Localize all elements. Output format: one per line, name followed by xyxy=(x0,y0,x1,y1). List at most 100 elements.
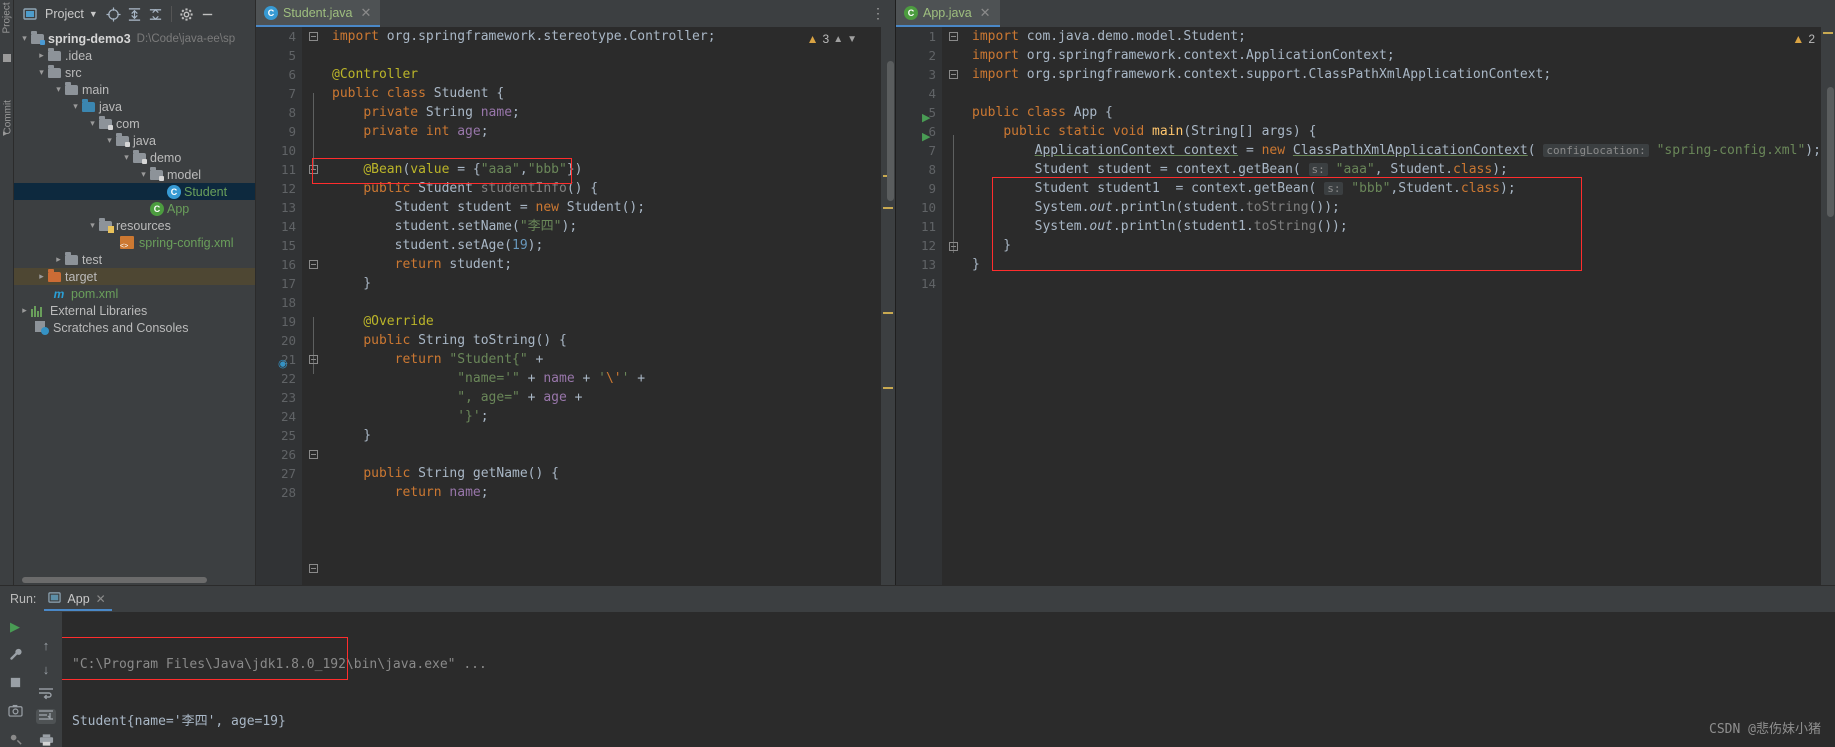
print-icon[interactable] xyxy=(36,733,56,747)
chevron-down-icon[interactable]: ▾ xyxy=(86,118,99,129)
code-line[interactable]: Student student = context.getBean( s: "a… xyxy=(972,160,1821,179)
tree-row-resources[interactable]: ▾ resources xyxy=(14,217,255,234)
structure-icon[interactable] xyxy=(3,54,11,62)
code-line[interactable]: @Override xyxy=(332,312,881,331)
code-line[interactable] xyxy=(332,46,881,65)
code-line[interactable]: @Controller xyxy=(332,65,881,84)
stop-icon[interactable] xyxy=(5,674,25,692)
camera-icon[interactable] xyxy=(5,701,25,719)
gutter-left[interactable]: 4 5 6 7 8 9 10 11 12 13 14 15 16 17 18 19 20 21 22 23 24 25 26… xyxy=(256,27,302,585)
tree-row-java-src[interactable]: ▾ java xyxy=(14,98,255,115)
code-line[interactable] xyxy=(972,274,1821,293)
tree-row-test[interactable]: ▸ test xyxy=(14,251,255,268)
code-line[interactable]: public String getName() { xyxy=(332,464,881,483)
fold-marker[interactable] xyxy=(949,32,960,43)
code-area-left[interactable]: ▲ 3 ▲ ▼ 4 5 6 7 8 9 10 11 12 13 14 15 16 17 18 19 20 21 22… xyxy=(256,27,895,585)
fold-marker[interactable] xyxy=(309,260,320,271)
code-line[interactable]: '}'; xyxy=(332,407,881,426)
code-area-right[interactable]: ▲ 2 1 2 3 4 5 6 7 8 9 10 11 12 13 14 ▶ ▶ import com.j… xyxy=(896,27,1835,585)
scroll-up-icon[interactable]: ↑ xyxy=(36,638,56,653)
code-line[interactable]: } xyxy=(332,426,881,445)
code-line[interactable]: import org.springframework.stereotype.Co… xyxy=(332,27,881,46)
chevron-down-icon[interactable]: ▾ xyxy=(137,169,150,180)
tab-overflow-menu-icon[interactable]: ⋮ xyxy=(862,0,895,27)
fold-marker[interactable] xyxy=(949,70,960,81)
fold-marker[interactable] xyxy=(309,355,320,366)
fold-marker[interactable] xyxy=(949,242,960,253)
tree-row-target[interactable]: ▸ target xyxy=(14,268,255,285)
project-title-dropdown[interactable]: Project ▼ xyxy=(17,4,103,24)
close-icon[interactable]: ✕ xyxy=(980,5,991,21)
code-line[interactable]: Student student = new Student(); xyxy=(332,198,881,217)
scrollbar-thumb[interactable] xyxy=(22,577,207,583)
chevron-up-icon[interactable]: ▲ xyxy=(833,34,843,45)
collapse-all-icon[interactable] xyxy=(146,4,166,24)
gutter-right[interactable]: 1 2 3 4 5 6 7 8 9 10 11 12 13 14 xyxy=(896,27,942,585)
code-line[interactable] xyxy=(972,84,1821,103)
code-line[interactable]: public class Student { xyxy=(332,84,881,103)
code-line[interactable]: ApplicationContext context = new ClassPa… xyxy=(972,141,1821,160)
chevron-down-icon[interactable]: ▾ xyxy=(18,33,31,44)
tree-row-spring-config-xml[interactable]: spring-config.xml xyxy=(14,234,255,251)
tab-student-java[interactable]: C Student.java ✕ xyxy=(256,0,381,27)
code-line[interactable]: private String name; xyxy=(332,103,881,122)
chevron-right-icon[interactable]: ▸ xyxy=(52,254,65,265)
code-line[interactable]: student.setAge(19); xyxy=(332,236,881,255)
code-line[interactable]: @Bean(value = {"aaa","bbb"}) xyxy=(332,160,881,179)
rerun-icon[interactable]: ▶ xyxy=(5,618,25,636)
tree-row-idea[interactable]: ▸ .idea xyxy=(14,47,255,64)
tree-row-app-class[interactable]: C App xyxy=(14,200,255,217)
tree-row-main[interactable]: ▾ main xyxy=(14,81,255,98)
tool-window-button-project[interactable]: Project xyxy=(2,0,13,33)
code-line[interactable]: public Student studentInfo() { xyxy=(332,179,881,198)
fold-gutter-right[interactable]: ▶ ▶ xyxy=(922,27,968,585)
chevron-down-icon[interactable]: ▾ xyxy=(35,67,48,78)
code-line[interactable]: public String toString() { xyxy=(332,331,881,350)
close-icon[interactable]: ✕ xyxy=(361,5,372,21)
warning-marker[interactable] xyxy=(883,207,893,209)
chevron-down-icon[interactable]: ▾ xyxy=(52,84,65,95)
code-line[interactable]: return "Student{" + xyxy=(332,350,881,369)
chevron-down-icon[interactable]: ▾ xyxy=(69,101,82,112)
tree-row-src[interactable]: ▾ src xyxy=(14,64,255,81)
chevron-down-icon[interactable]: ▾ xyxy=(103,135,116,146)
code-line[interactable]: import org.springframework.context.Appli… xyxy=(972,46,1821,65)
locate-icon[interactable] xyxy=(104,4,124,24)
code-content-right[interactable]: import com.java.demo.model.Student; impor… xyxy=(968,27,1821,585)
run-class-icon[interactable]: ▶ xyxy=(922,111,930,124)
warning-marker[interactable] xyxy=(883,312,893,314)
code-line[interactable]: "name='" + name + '\'' + xyxy=(332,369,881,388)
scroll-to-end-icon[interactable] xyxy=(36,709,56,724)
chevron-down-icon[interactable]: ▼ xyxy=(847,34,857,45)
expand-all-icon[interactable] xyxy=(125,4,145,24)
code-line[interactable]: private int age; xyxy=(332,122,881,141)
code-line[interactable]: } xyxy=(972,255,1821,274)
settings-gear-icon[interactable] xyxy=(177,4,197,24)
scroll-down-icon[interactable]: ↓ xyxy=(36,662,56,677)
soft-wrap-icon[interactable] xyxy=(36,686,56,700)
fold-marker[interactable] xyxy=(309,450,320,461)
code-line[interactable]: student.setName("李四"); xyxy=(332,217,881,236)
code-line[interactable] xyxy=(332,141,881,160)
code-line[interactable]: ", age=" + age + xyxy=(332,388,881,407)
tree-row-com[interactable]: ▾ com xyxy=(14,115,255,132)
wrench-icon[interactable] xyxy=(5,646,25,664)
tree-row-demo[interactable]: ▾ demo xyxy=(14,149,255,166)
code-line[interactable]: public class App { xyxy=(972,103,1821,122)
chevron-right-icon[interactable]: ▸ xyxy=(35,271,48,282)
vertical-scrollbar-left[interactable] xyxy=(887,61,894,201)
tree-row-spring-demo3[interactable]: ▾ spring-demo3 D:\Code\java-ee\sp xyxy=(14,30,255,47)
project-horizontal-scrollbar[interactable] xyxy=(14,574,255,585)
chevron-down-icon[interactable]: ▾ xyxy=(120,152,133,163)
inspection-widget-right[interactable]: ▲ 2 xyxy=(1792,32,1815,46)
code-line[interactable]: import org.springframework.context.suppo… xyxy=(972,65,1821,84)
close-icon[interactable]: ✕ xyxy=(96,592,106,606)
fold-marker[interactable] xyxy=(309,32,320,43)
code-line[interactable]: return name; xyxy=(332,483,881,502)
marker-bar-left[interactable] xyxy=(881,27,895,585)
vertical-scrollbar-right[interactable] xyxy=(1827,87,1834,217)
project-tree[interactable]: ▾ spring-demo3 D:\Code\java-ee\sp ▸ .ide… xyxy=(14,28,255,574)
code-content-left[interactable]: import org.springframework.stereotype.Co… xyxy=(328,27,881,585)
code-line[interactable]: return student; xyxy=(332,255,881,274)
method-override-icon[interactable]: ◉ xyxy=(278,357,288,370)
